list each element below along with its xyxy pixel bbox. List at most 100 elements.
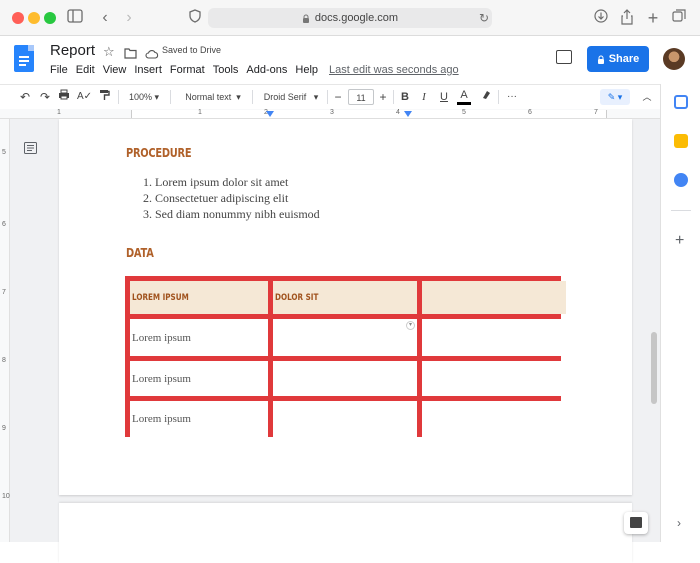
expand-panel-icon[interactable]: › <box>677 516 681 530</box>
forward-icon[interactable]: › <box>120 9 138 27</box>
underline-button[interactable]: U <box>437 89 451 105</box>
list-item[interactable]: 3. Sed diam nonummy nibh euismod <box>143 206 320 222</box>
minimize-window-button[interactable] <box>28 12 40 24</box>
reload-icon[interactable]: ↻ <box>475 9 493 27</box>
table-header-cell[interactable]: DOLOR SIT <box>273 281 417 314</box>
ruler-number: 5 <box>462 109 466 116</box>
vertical-scrollbar[interactable] <box>651 332 657 404</box>
procedure-heading[interactable]: PROCEDURE <box>126 146 192 160</box>
document-page[interactable]: PROCEDURE 1. Lorem ipsum dolor sit amet … <box>59 119 632 495</box>
ruler-number: 1 <box>198 109 202 116</box>
calendar-icon[interactable] <box>674 95 688 109</box>
tab-overview-icon[interactable] <box>670 9 688 27</box>
ruler-number: 4 <box>396 109 400 116</box>
document-outline-icon[interactable] <box>24 141 37 154</box>
share-sheet-icon[interactable] <box>618 9 636 27</box>
side-panel: + › <box>660 84 700 542</box>
saved-status: Saved to Drive <box>162 45 222 55</box>
italic-button[interactable]: I <box>417 89 431 105</box>
docs-logo-icon[interactable] <box>14 45 34 72</box>
add-addon-icon[interactable]: + <box>675 232 684 250</box>
ruler-number: 8 <box>2 357 6 364</box>
table-cell[interactable] <box>422 319 566 356</box>
menu-addons[interactable]: Add-ons <box>246 64 287 76</box>
new-tab-icon[interactable]: + <box>644 9 662 27</box>
ruler-number: 5 <box>2 149 6 156</box>
table-cell[interactable] <box>273 401 417 437</box>
last-edit-link[interactable]: Last edit was seconds ago <box>329 64 459 76</box>
avatar[interactable] <box>663 48 685 70</box>
menu-view[interactable]: View <box>103 64 127 76</box>
data-heading[interactable]: DATA <box>126 246 154 260</box>
ruler-number: 3 <box>330 109 334 116</box>
share-button[interactable]: Share <box>587 46 649 72</box>
collapse-menus-icon[interactable]: ︿ <box>640 89 654 105</box>
ruler-number: 1 <box>57 109 61 116</box>
list-item[interactable]: 2. Consectetuer adipiscing elit <box>143 190 320 206</box>
next-page[interactable] <box>59 503 632 563</box>
paint-format-icon[interactable] <box>97 89 111 105</box>
table-header-cell[interactable] <box>422 281 566 314</box>
table-cell[interactable] <box>273 361 417 396</box>
font-value: Droid Serif <box>263 92 307 102</box>
procedure-list[interactable]: 1. Lorem ipsum dolor sit amet 2. Consect… <box>143 174 320 222</box>
left-indent-marker[interactable] <box>266 111 274 117</box>
shield-icon[interactable] <box>186 9 204 27</box>
font-size-input[interactable]: 11 <box>348 89 374 105</box>
add-comment-icon[interactable] <box>624 512 648 534</box>
cell-menu-chevron-icon[interactable]: ▾ <box>406 321 415 330</box>
tasks-icon[interactable] <box>674 173 688 187</box>
spellcheck-icon[interactable]: A✓ <box>77 89 92 105</box>
data-table[interactable]: LOREM IPSUM DOLOR SIT Lorem ipsum ▾ Lore… <box>125 276 566 437</box>
undo-icon[interactable]: ↶ <box>18 89 32 105</box>
zoom-value: 100% <box>128 92 152 102</box>
style-select[interactable]: Normal text ▾ <box>178 89 248 105</box>
menu-tools[interactable]: Tools <box>213 64 239 76</box>
horizontal-ruler[interactable]: 1 1 2 3 4 5 6 7 <box>0 109 660 119</box>
table-cell[interactable]: ▾ <box>273 319 417 356</box>
menu-help[interactable]: Help <box>295 64 318 76</box>
menu-bar: File Edit View Insert Format Tools Add-o… <box>50 64 326 76</box>
zoom-select[interactable]: 100% ▾ <box>126 89 162 105</box>
address-bar[interactable]: docs.google.com <box>208 8 492 28</box>
table-header-cell[interactable]: LOREM IPSUM <box>130 281 268 314</box>
print-icon[interactable] <box>57 89 71 105</box>
document-title[interactable]: Report <box>50 42 95 59</box>
move-folder-icon[interactable] <box>124 46 137 64</box>
comment-history-icon[interactable] <box>556 50 572 64</box>
table-cell[interactable] <box>422 401 566 437</box>
url-text: docs.google.com <box>314 12 399 24</box>
maximize-window-button[interactable] <box>44 12 56 24</box>
menu-file[interactable]: File <box>50 64 68 76</box>
editing-mode-button[interactable]: ✎ ▾ <box>600 89 630 105</box>
close-window-button[interactable] <box>12 12 24 24</box>
font-select[interactable]: Droid Serif ▾ <box>258 89 324 105</box>
more-tools-button[interactable]: ··· <box>504 89 520 105</box>
ruler-number: 6 <box>2 221 6 228</box>
table-cell[interactable]: Lorem ipsum <box>130 401 268 437</box>
increase-font-size-button[interactable]: + <box>376 89 390 105</box>
menu-edit[interactable]: Edit <box>76 64 95 76</box>
browser-chrome: ‹ › docs.google.com ↻ + <box>0 0 700 36</box>
highlight-icon[interactable] <box>479 89 493 105</box>
redo-icon[interactable]: ↷ <box>38 89 52 105</box>
share-label: Share <box>608 53 640 65</box>
table-cell[interactable] <box>422 361 566 396</box>
table-cell[interactable]: Lorem ipsum <box>130 361 268 396</box>
back-icon[interactable]: ‹ <box>96 9 114 27</box>
text-color-button[interactable]: A <box>457 89 471 105</box>
list-item[interactable]: 1. Lorem ipsum dolor sit amet <box>143 174 320 190</box>
ruler-number: 10 <box>2 493 10 500</box>
vertical-ruler[interactable]: 5 6 7 8 9 10 <box>0 119 10 542</box>
decrease-font-size-button[interactable]: − <box>331 89 345 105</box>
sidebar-toggle-icon[interactable] <box>66 9 84 27</box>
keep-icon[interactable] <box>674 134 688 148</box>
cloud-saved-icon[interactable] <box>145 46 159 64</box>
menu-format[interactable]: Format <box>170 64 205 76</box>
right-indent-marker[interactable] <box>404 111 412 117</box>
menu-insert[interactable]: Insert <box>134 64 162 76</box>
bold-button[interactable]: B <box>398 89 412 105</box>
download-icon[interactable] <box>592 9 610 27</box>
star-icon[interactable]: ☆ <box>103 44 115 60</box>
table-cell[interactable]: Lorem ipsum <box>130 319 268 356</box>
